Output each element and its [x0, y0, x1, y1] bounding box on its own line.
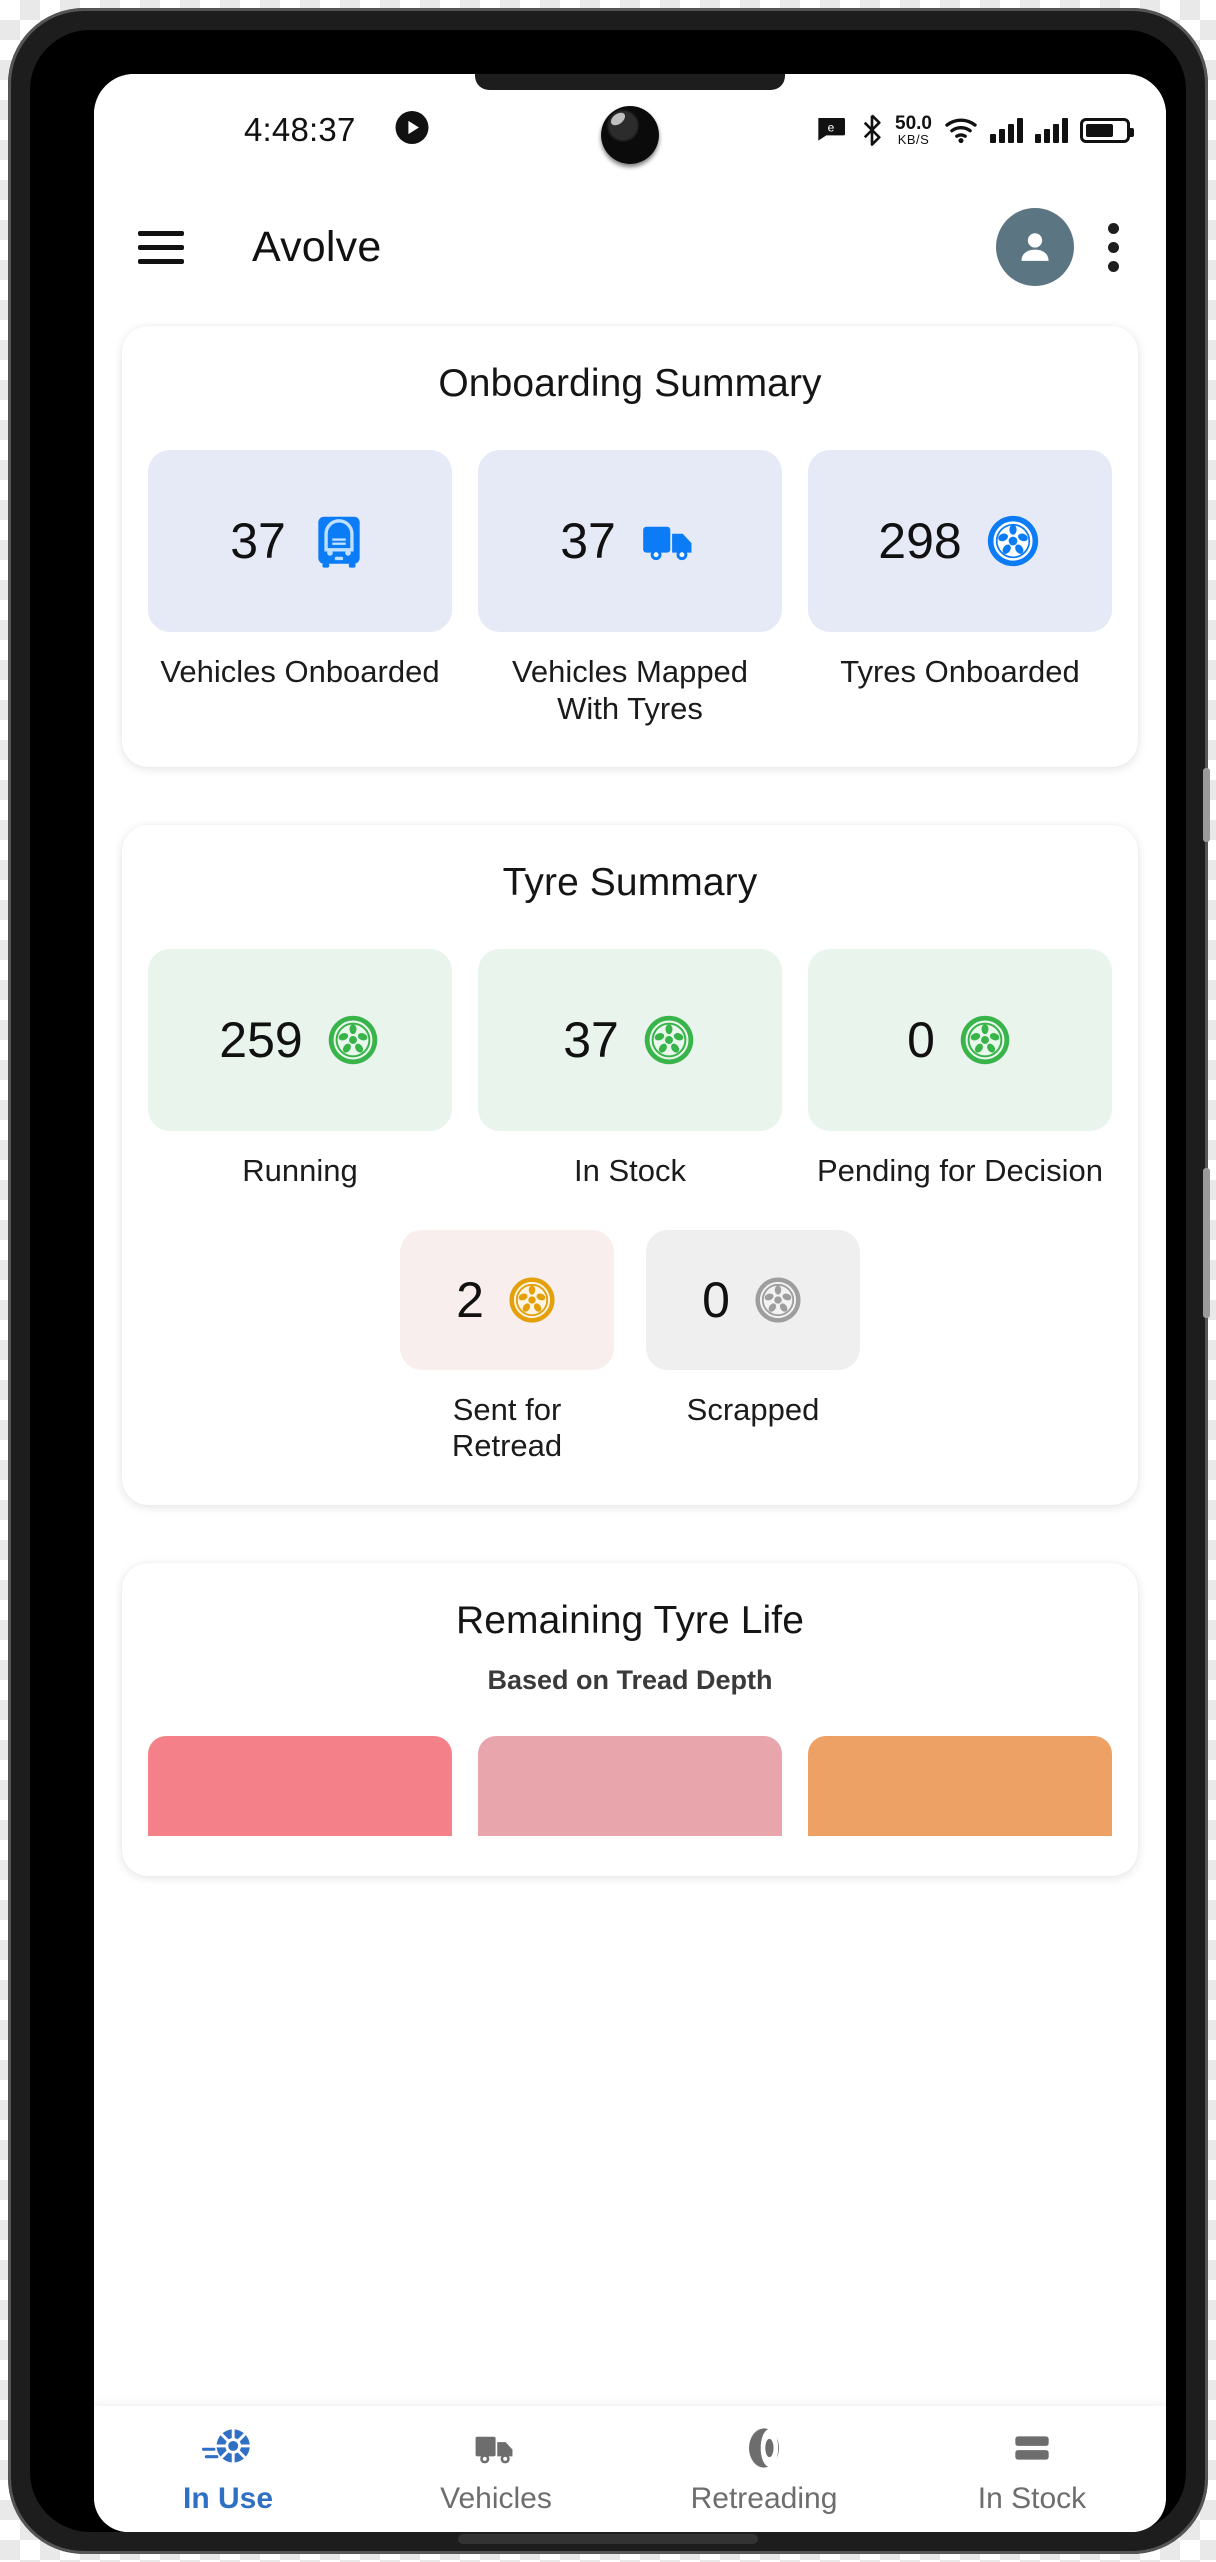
- phone-side-button-power[interactable]: [1203, 1168, 1210, 1318]
- stat-label: Scrapped: [686, 1391, 820, 1427]
- phone-bezel: 4:48:37 e 50.0 KB/S Avolve Onboarding Su…: [30, 30, 1186, 2532]
- stack-icon: [1015, 2435, 1049, 2460]
- tyre-summary-title: Tyre Summary: [502, 861, 758, 905]
- wifi-icon: [945, 118, 977, 144]
- life-bar-item[interactable]: [148, 1735, 452, 1836]
- stat-pending-for-decision[interactable]: 0 Pending for Decision: [808, 949, 1112, 1190]
- stat-vehicles-onboarded[interactable]: 37 Vehicles Onboarded: [148, 450, 452, 727]
- onboarding-summary-card: Onboarding Summary 37 Vehicles Onboarded…: [122, 326, 1138, 768]
- life-bar: [148, 1735, 452, 1836]
- stat-sent-for-retread[interactable]: 2 Sent for Retread: [400, 1229, 614, 1465]
- user-avatar-icon[interactable]: [996, 208, 1074, 286]
- stat-label: Running: [242, 1153, 358, 1189]
- truck-side-icon: [642, 526, 692, 561]
- stat-label: In Stock: [574, 1153, 686, 1189]
- retread-icon: [749, 2427, 779, 2468]
- svg-text:e: e: [828, 120, 835, 134]
- stat-scrapped[interactable]: 0 Scrapped: [646, 1229, 860, 1465]
- stat-value: 2: [456, 1271, 484, 1328]
- life-bar-item[interactable]: [808, 1735, 1112, 1836]
- stat-tile: 0: [808, 949, 1112, 1132]
- stat-tile: 0: [646, 1229, 860, 1370]
- onboarding-stat-row: 37 Vehicles Onboarded 37 Vehicles Mapped…: [148, 450, 1112, 727]
- app-bar: Avolve: [94, 186, 1166, 308]
- nav-item-retreading[interactable]: Retreading: [630, 2423, 898, 2516]
- stat-tile: 37: [478, 450, 782, 632]
- tyre-stat-row-1: 259 Running 37 In Stock 0 Pending for De…: [148, 949, 1112, 1190]
- stat-value: 298: [878, 513, 962, 569]
- remaining-tyre-life-bars: [148, 1735, 1112, 1836]
- onboarding-summary-title: Onboarding Summary: [438, 362, 822, 405]
- gesture-bar: [458, 2534, 758, 2544]
- tyre-wheel-icon: [960, 1015, 1010, 1065]
- nav-item-in-use[interactable]: In Use: [94, 2423, 362, 2516]
- stat-value: 259: [219, 1012, 303, 1069]
- tyre-wheel-icon: [755, 1277, 801, 1323]
- stat-tile: 2: [400, 1229, 614, 1370]
- bottom-navigation-bar: In Use Vehicles Retreading In Stock: [94, 2406, 1166, 2532]
- nav-label: In Use: [182, 2481, 274, 2515]
- tyre-wheel-icon: [987, 515, 1038, 567]
- stat-label: Sent for Retread: [451, 1391, 563, 1464]
- tyre-wheel-icon: [509, 1277, 555, 1323]
- stat-tile: 298: [808, 450, 1112, 632]
- message-icon: e: [818, 118, 846, 141]
- life-bar: [808, 1735, 1112, 1836]
- status-bar-clock: 4:48:37: [244, 111, 356, 148]
- stat-label: Pending for Decision: [816, 1153, 1104, 1189]
- stat-value: 0: [907, 1012, 935, 1069]
- camera-punch-hole: [601, 106, 659, 164]
- life-bar-item[interactable]: [478, 1735, 782, 1836]
- play-circle-icon: [394, 110, 430, 151]
- bluetooth-icon: [863, 114, 881, 146]
- remaining-tyre-life-title: Remaining Tyre Life: [455, 1598, 805, 1642]
- stat-vehicles-mapped-with-tyres[interactable]: 37 Vehicles Mapped With Tyres: [478, 450, 782, 727]
- phone-screen: 4:48:37 e 50.0 KB/S Avolve Onboarding Su…: [94, 74, 1166, 2532]
- stat-value: 0: [702, 1271, 730, 1328]
- battery-icon: [1080, 117, 1134, 143]
- stat-tile: 37: [148, 450, 452, 632]
- status-bar: 4:48:37 e 50.0 KB/S: [94, 74, 1166, 186]
- stat-running[interactable]: 259 Running: [148, 949, 452, 1190]
- stat-value: 37: [230, 513, 286, 569]
- bus-front-icon: [318, 516, 360, 568]
- tyre-wheel-icon: [328, 1015, 377, 1065]
- stat-value: 37: [560, 513, 616, 569]
- nav-item-vehicles[interactable]: Vehicles: [362, 2423, 630, 2516]
- network-speed-indicator: 50.0 KB/S: [895, 114, 932, 146]
- tyre-motion-icon: [201, 2428, 251, 2463]
- tyre-summary-card: Tyre Summary 259 Running 37 In Stock 0 P…: [122, 825, 1138, 1505]
- tyre-wheel-icon: [644, 1015, 694, 1065]
- cellular-signal-icon-2: [1035, 117, 1068, 143]
- tyre-stat-row-2: 2 Sent for Retread 0 Scrapped: [148, 1229, 1112, 1465]
- remaining-tyre-life-card: Remaining Tyre Life Based on Tread Depth: [122, 1562, 1138, 1876]
- more-vertical-icon[interactable]: [1108, 222, 1120, 272]
- dashboard-scroll-area[interactable]: Onboarding Summary 37 Vehicles Onboarded…: [94, 308, 1166, 2406]
- stat-in-stock[interactable]: 37 In Stock: [478, 949, 782, 1190]
- status-bar-icons: e 50.0 KB/S: [817, 114, 1134, 146]
- stat-label: Tyres Onboarded: [840, 654, 1080, 689]
- remaining-tyre-life-subtitle: Based on Tread Depth: [487, 1664, 773, 1695]
- page-title: Avolve: [252, 222, 382, 271]
- life-bar: [478, 1735, 782, 1836]
- stat-label: Vehicles Onboarded: [160, 654, 440, 689]
- network-speed-unit: KB/S: [897, 132, 930, 147]
- phone-notch: [475, 74, 785, 90]
- nav-item-in-stock[interactable]: In Stock: [898, 2423, 1166, 2516]
- stat-tile: 259: [148, 949, 452, 1132]
- network-speed-value: 50.0: [895, 113, 932, 134]
- stat-tyres-onboarded[interactable]: 298 Tyres Onboarded: [808, 450, 1112, 727]
- stat-tile: 37: [478, 949, 782, 1132]
- nav-label: Vehicles: [440, 2481, 552, 2515]
- phone-side-button-volume[interactable]: [1203, 768, 1210, 842]
- nav-label: In Stock: [977, 2481, 1087, 2515]
- stat-label: Vehicles Mapped With Tyres: [511, 654, 749, 726]
- nav-label: Retreading: [690, 2481, 838, 2515]
- phone-frame: 4:48:37 e 50.0 KB/S Avolve Onboarding Su…: [8, 8, 1210, 2554]
- hamburger-menu-icon[interactable]: [138, 230, 184, 264]
- truck-icon: [475, 2436, 513, 2463]
- cellular-signal-icon: [990, 117, 1023, 143]
- stat-value: 37: [563, 1012, 619, 1069]
